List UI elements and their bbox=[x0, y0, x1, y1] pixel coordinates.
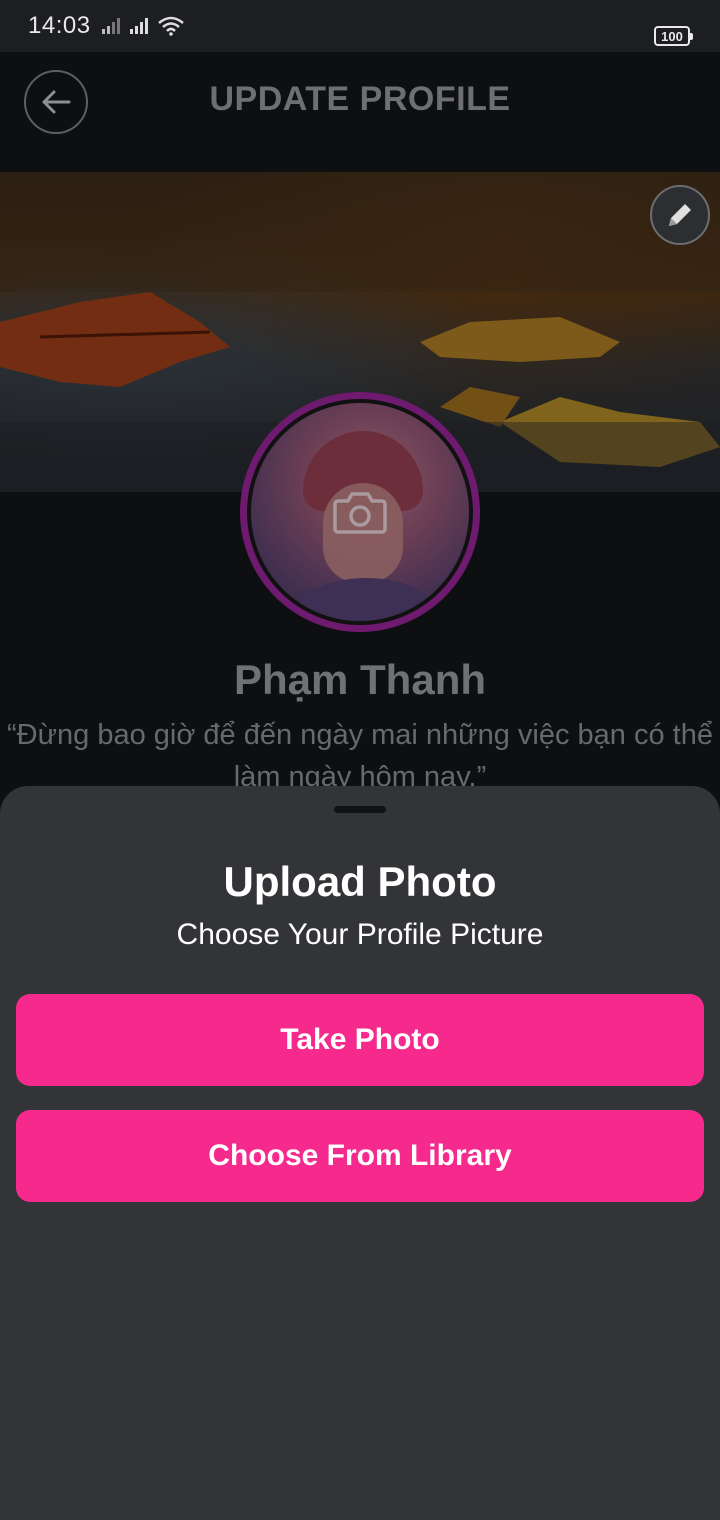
status-icons bbox=[101, 16, 185, 36]
drag-handle[interactable] bbox=[334, 806, 386, 813]
take-photo-label: Take Photo bbox=[280, 1023, 440, 1056]
sheet-subtitle: Choose Your Profile Picture bbox=[176, 918, 544, 951]
app-header: UPDATE PROFILE bbox=[0, 52, 720, 172]
battery-level: 100 bbox=[661, 28, 683, 44]
page-title: UPDATE PROFILE bbox=[209, 80, 511, 118]
avatar-button[interactable] bbox=[240, 392, 480, 632]
avatar bbox=[247, 399, 473, 625]
signal-icon bbox=[101, 18, 120, 34]
sheet-title: Upload Photo bbox=[223, 858, 497, 905]
choose-from-library-label: Choose From Library bbox=[208, 1139, 512, 1172]
pencil-icon bbox=[669, 204, 691, 226]
battery-icon: 100 bbox=[654, 26, 693, 46]
profile-name: Phạm Thanh bbox=[233, 656, 487, 703]
upload-photo-sheet: Upload Photo Choose Your Profile Picture… bbox=[0, 786, 720, 1520]
status-bar: 14:03 100 bbox=[0, 0, 720, 52]
signal-icon bbox=[129, 18, 148, 34]
status-time: 14:03 bbox=[28, 12, 91, 39]
avatar-body-shape bbox=[291, 578, 441, 621]
wifi-icon bbox=[157, 16, 184, 36]
edit-cover-button[interactable] bbox=[650, 185, 710, 245]
take-photo-button[interactable]: Take Photo bbox=[16, 994, 704, 1086]
camera-icon bbox=[333, 492, 387, 534]
choose-from-library-button[interactable]: Choose From Library bbox=[16, 1110, 704, 1202]
